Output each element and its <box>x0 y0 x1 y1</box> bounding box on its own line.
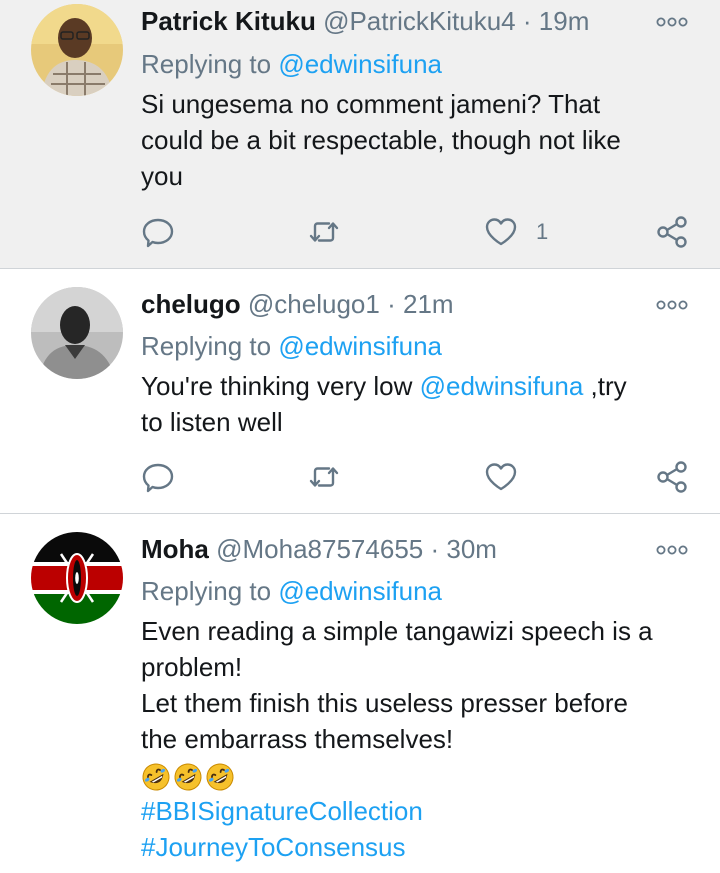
like-button[interactable]: 1 <box>484 212 548 252</box>
tweet-text-line: Let them finish this useless presser bef… <box>141 688 629 718</box>
text-segment: ,try <box>583 371 627 401</box>
more-options-icon[interactable] <box>656 298 688 312</box>
author-handle[interactable]: @PatrickKituku4 <box>323 6 516 36</box>
reply-icon <box>142 463 174 493</box>
share-button[interactable] <box>655 212 689 252</box>
separator-dot: · <box>387 289 396 319</box>
emoji-row <box>141 757 701 793</box>
more-options-icon[interactable] <box>656 15 688 29</box>
reply-button[interactable] <box>141 457 175 497</box>
replying-label: Replying to <box>141 576 272 606</box>
tweet-text-line: you <box>141 161 183 191</box>
tweet-text: Si ungesema no comment jameni? That coul… <box>141 86 701 194</box>
tweet-chelugo[interactable]: chelugo @chelugo1 · 21m Replying to @edw… <box>0 269 720 513</box>
hashtag-link[interactable]: #BBISignatureCollection <box>141 793 701 829</box>
mention-link[interactable]: @edwinsifuna <box>420 371 584 401</box>
replying-to-mention[interactable]: @edwinsifuna <box>278 49 442 79</box>
separator-dot: · <box>522 6 532 36</box>
share-icon <box>657 461 687 493</box>
replying-to-mention[interactable]: @edwinsifuna <box>278 331 442 361</box>
rolling-on-floor-laughing-icon <box>174 763 202 791</box>
tweet-text-line: could be a bit respectable, though not l… <box>141 125 621 155</box>
timestamp[interactable]: 19m <box>539 6 590 36</box>
tweet-header: chelugo @chelugo1 · 21m <box>141 288 454 320</box>
replying-to-mention[interactable]: @edwinsifuna <box>278 576 442 606</box>
more-options-icon[interactable] <box>656 543 688 557</box>
tweet-header: Patrick Kituku @PatrickKituku4 · 19m <box>141 5 589 37</box>
tweet-text-line: the embarrass themselves! <box>141 724 454 754</box>
like-count: 1 <box>536 219 549 244</box>
avatar-photo-icon <box>31 4 123 96</box>
tweet-text-line: Even reading a simple tangawizi speech i… <box>141 616 653 646</box>
retweet-icon <box>309 222 339 242</box>
tweet-text-line: You're thinking very low @edwinsifuna ,t… <box>141 368 701 404</box>
heart-icon <box>485 218 517 246</box>
like-button[interactable] <box>484 457 518 497</box>
retweet-icon <box>309 467 339 487</box>
share-button[interactable] <box>655 457 689 497</box>
rolling-on-floor-laughing-icon <box>206 763 234 791</box>
kenya-flag-icon <box>31 532 123 624</box>
author-name[interactable]: Moha <box>141 534 209 564</box>
separator-dot: · <box>430 534 440 564</box>
rolling-on-floor-laughing-icon <box>142 763 170 791</box>
tweet-patrick-kituku[interactable]: Patrick Kituku @PatrickKituku4 · 19m Rep… <box>0 0 720 268</box>
replying-to: Replying to @edwinsifuna <box>141 330 442 362</box>
avatar-moha[interactable] <box>31 532 123 624</box>
avatar-chelugo[interactable] <box>31 287 123 379</box>
heart-icon <box>485 463 517 491</box>
author-handle[interactable]: @chelugo1 <box>248 289 380 319</box>
replying-label: Replying to <box>141 49 272 79</box>
replying-to: Replying to @edwinsifuna <box>141 575 442 607</box>
share-icon <box>657 216 687 248</box>
replying-label: Replying to <box>141 331 272 361</box>
tweet-text-line: to listen well <box>141 407 283 437</box>
tweet-header: Moha @Moha87574655 · 30m <box>141 533 497 565</box>
hashtag-link[interactable]: #JourneyToConsensus <box>141 829 701 865</box>
tweet-text-line: Si ungesema no comment jameni? That <box>141 89 601 119</box>
tweet-text: You're thinking very low @edwinsifuna ,t… <box>141 368 701 440</box>
avatar-patrick-kituku[interactable] <box>31 4 123 96</box>
avatar-photo-icon <box>31 287 123 379</box>
author-name[interactable]: Patrick Kituku <box>141 6 316 36</box>
tweet-moha[interactable]: Moha @Moha87574655 · 30m Replying to @ed… <box>0 514 720 873</box>
reply-button[interactable] <box>141 212 175 252</box>
retweet-button[interactable] <box>307 212 341 252</box>
text-segment: You're thinking very low <box>141 371 420 401</box>
retweet-button[interactable] <box>307 457 341 497</box>
tweet-text-line: problem! <box>141 652 243 682</box>
author-handle[interactable]: @Moha87574655 <box>216 534 423 564</box>
tweet-actions: 1 <box>0 212 720 252</box>
reply-icon <box>142 218 174 248</box>
timestamp[interactable]: 21m <box>403 289 454 319</box>
tweet-text: Even reading a simple tangawizi speech i… <box>141 613 701 865</box>
timestamp[interactable]: 30m <box>446 534 497 564</box>
replying-to: Replying to @edwinsifuna <box>141 48 442 80</box>
tweet-actions <box>0 457 720 497</box>
author-name[interactable]: chelugo <box>141 289 241 319</box>
